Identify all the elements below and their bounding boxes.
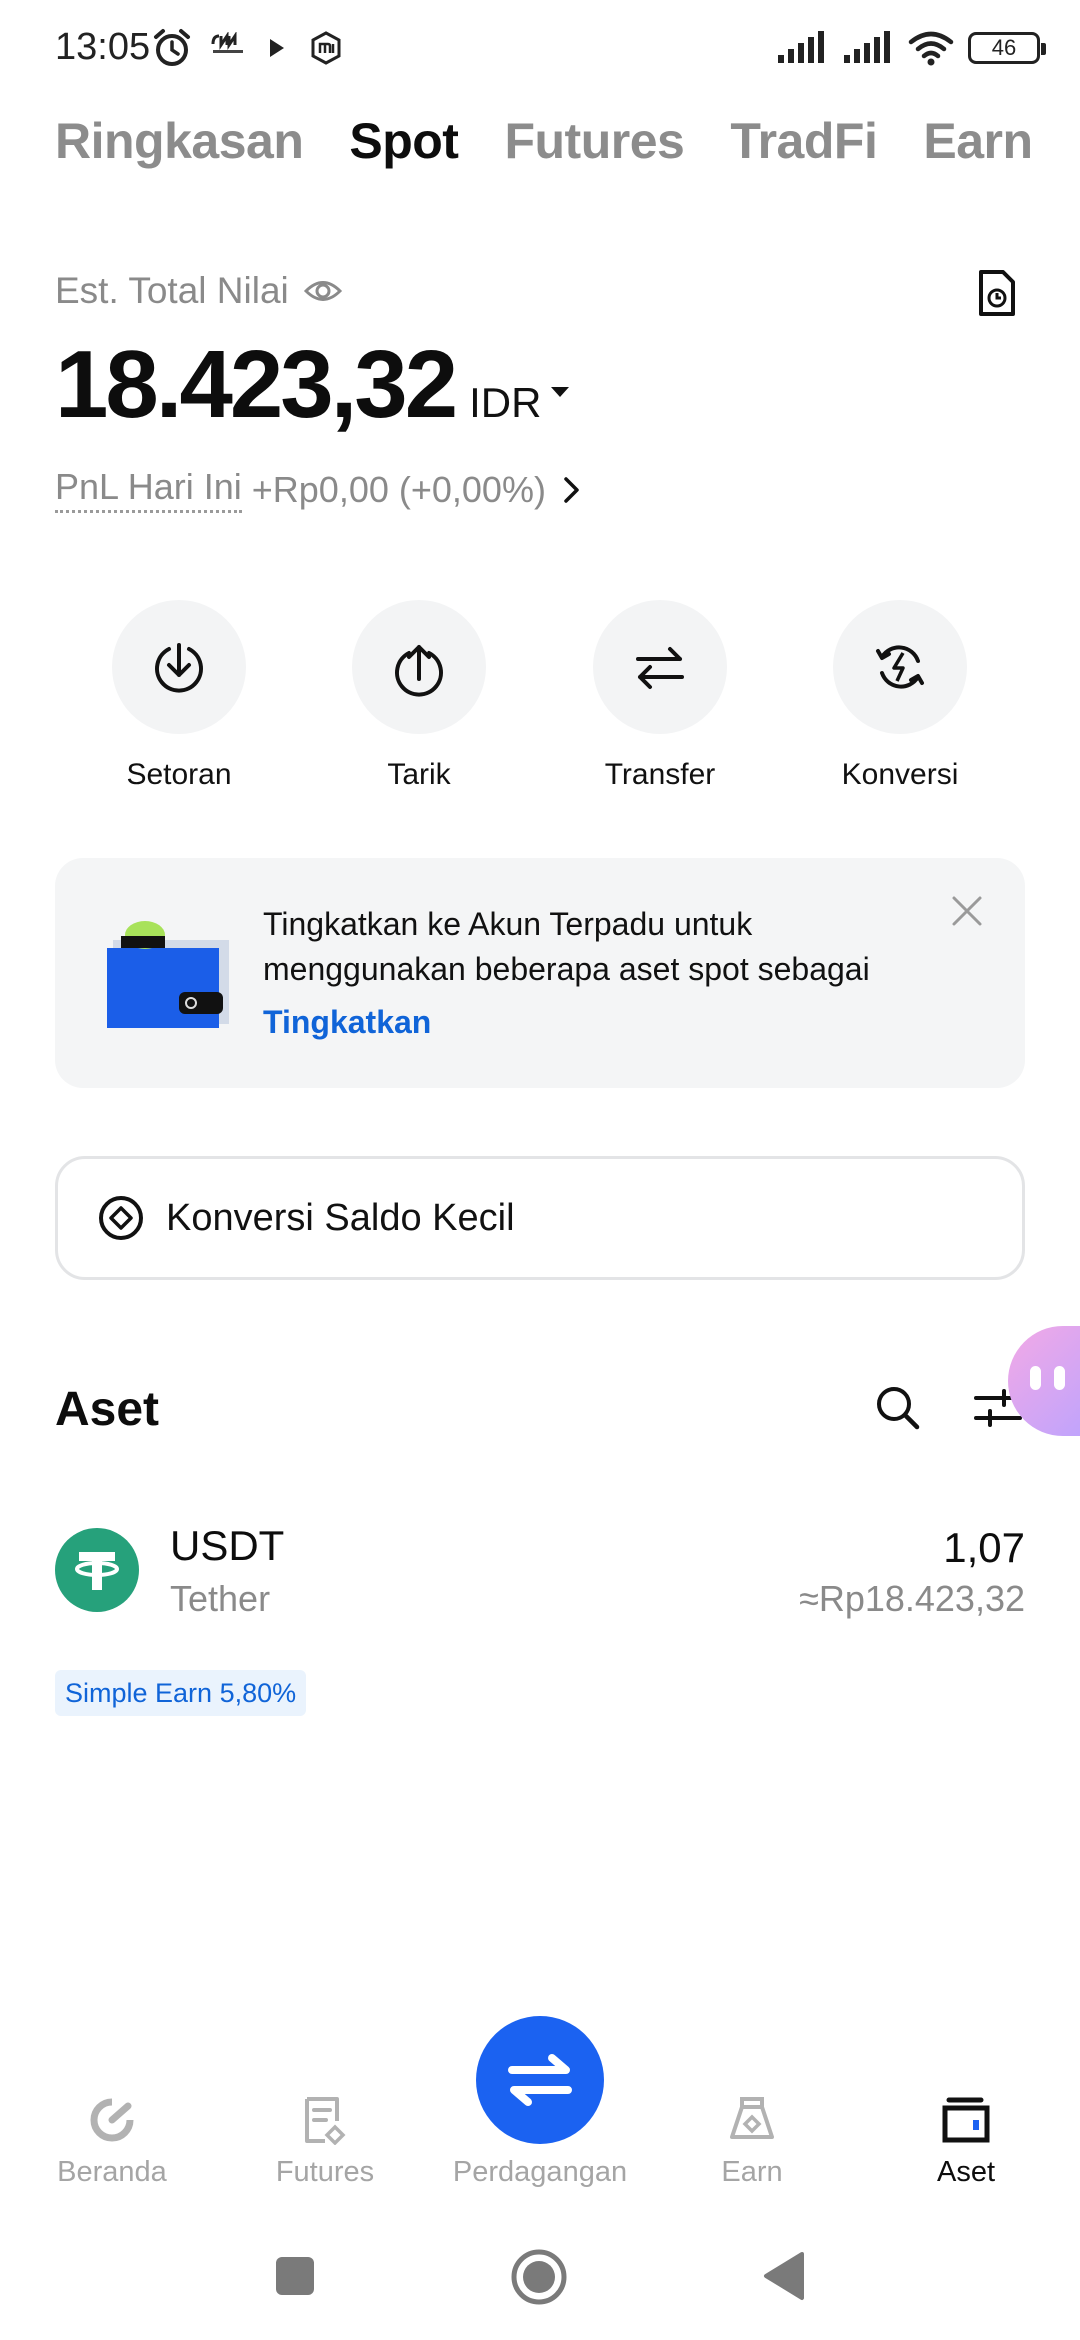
nav-item-aset[interactable]: Aset [866, 2090, 1066, 2189]
nav-item-beranda[interactable]: Beranda [12, 2090, 212, 2189]
signal-icon [844, 31, 890, 63]
status-icons: 46 [776, 26, 1046, 70]
search-icon[interactable] [874, 1384, 922, 1432]
battery-level: 46 [991, 35, 1017, 60]
deposit-label: Setoran [126, 758, 232, 791]
asset-fiat-value: ≈Rp18.423,32 [799, 1578, 1025, 1619]
assets-title: Aset [55, 1383, 160, 1436]
tab-tradfi[interactable]: TradFi [730, 112, 878, 170]
transfer-label: Transfer [604, 758, 716, 791]
nav-label-earn: Earn [721, 2156, 783, 2188]
asset-amount: 1,07 [943, 1524, 1025, 1571]
quick-actions: Setoran Tarik Transfer Konversi [0, 600, 1080, 800]
small-balance-convert-button[interactable]: Konversi Saldo Kecil [55, 1156, 1025, 1280]
eye-icon[interactable] [303, 277, 343, 305]
mi-icon [311, 31, 341, 65]
nav-item-perdagangan[interactable]: Perdagangan [440, 2090, 640, 2189]
simple-earn-badge[interactable]: Simple Earn 5,80% [55, 1670, 307, 1716]
upgrade-line-1: Tingkatkan ke Akun Terpadu untuk [263, 906, 753, 942]
nav-label-futures: Futures [275, 2156, 375, 2188]
top-tabs: Ringkasan Spot Futures TradFi Earn [55, 108, 1033, 174]
tab-earn[interactable]: Earn [923, 112, 1033, 170]
est-total-label-row: Est. Total Nilai [55, 270, 343, 312]
upgrade-link[interactable]: Tingkatkan [263, 1004, 431, 1041]
close-icon[interactable] [950, 894, 984, 928]
upgrade-banner: Tingkatkan ke Akun Terpadu untuk menggun… [55, 858, 1025, 1088]
home-icon [12, 2090, 212, 2150]
nav-item-futures[interactable]: Futures [225, 2090, 425, 2189]
deposit-button[interactable]: Setoran [79, 600, 279, 792]
home-button[interactable] [510, 2248, 568, 2306]
recents-button[interactable] [273, 2254, 317, 2298]
pnl-value: +Rp0,00 (+0,00%) [251, 468, 546, 510]
upgrade-line-2: menggunakan beberapa aset spot sebagai [263, 951, 870, 987]
est-total-label: Est. Total Nilai [55, 270, 289, 311]
alarm-icon [154, 29, 190, 66]
tab-futures[interactable]: Futures [504, 112, 684, 170]
small-balance-label: Konversi Saldo Kecil [166, 1196, 515, 1239]
tab-spot[interactable]: Spot [349, 112, 459, 170]
back-button[interactable] [760, 2250, 806, 2302]
currency-selector[interactable]: IDR [469, 379, 541, 427]
withdraw-label: Tarik [387, 758, 451, 791]
deposit-icon [112, 600, 246, 734]
assistant-eye [1054, 1366, 1065, 1390]
nav-label-beranda: Beranda [57, 2156, 167, 2188]
wifi-icon [908, 31, 954, 66]
earn-icon [652, 2090, 852, 2150]
asset-name: Tether [170, 1578, 271, 1619]
withdraw-icon [352, 600, 486, 734]
nav-item-earn[interactable]: Earn [652, 2090, 852, 2189]
asset-row-usdt[interactable]: USDT Tether 1,07 ≈Rp18.423,32 [55, 1508, 1025, 1638]
transfer-icon [593, 600, 727, 734]
futures-icon [225, 2090, 425, 2150]
tether-logo-icon [55, 1528, 139, 1612]
history-icon[interactable] [975, 268, 1019, 318]
bottom-nav: Beranda Futures Perdagangan Earn Aset [0, 2000, 1080, 2200]
system-navigation-bar [0, 2230, 1080, 2320]
transfer-button[interactable]: Transfer [560, 600, 760, 792]
status-bar: 13:05 46 [0, 0, 1080, 90]
dust-convert-icon [99, 1196, 143, 1240]
tab-ringkasan[interactable]: Ringkasan [55, 112, 304, 170]
assets-icon [866, 2090, 1066, 2150]
cnn-indonesia-icon [211, 32, 243, 53]
convert-button[interactable]: Konversi [800, 600, 1000, 792]
status-time: 13:05 [55, 26, 151, 68]
upgrade-message: Tingkatkan ke Akun Terpadu untuk menggun… [263, 902, 923, 992]
caret-down-icon[interactable] [551, 387, 570, 397]
convert-icon [833, 600, 967, 734]
balance-value: 18.423,32 [55, 331, 458, 438]
nav-label-perdagangan: Perdagangan [452, 2156, 628, 2188]
chevron-right-icon [564, 476, 579, 503]
pnl-label: PnL Hari Ini [55, 466, 242, 513]
wallet-illustration [107, 921, 229, 1028]
asset-symbol: USDT [170, 1522, 285, 1569]
assistant-eye [1030, 1366, 1041, 1390]
play-icon [270, 39, 284, 57]
battery-icon: 46 [968, 32, 1046, 64]
signal-icon [778, 31, 824, 63]
nav-label-aset: Aset [936, 2156, 996, 2188]
withdraw-button[interactable]: Tarik [319, 600, 519, 792]
convert-label: Konversi [841, 758, 959, 791]
total-balance: 18.423,32 IDR [55, 330, 570, 440]
pnl-row[interactable]: PnL Hari Ini +Rp0,00 (+0,00%) [55, 466, 582, 513]
